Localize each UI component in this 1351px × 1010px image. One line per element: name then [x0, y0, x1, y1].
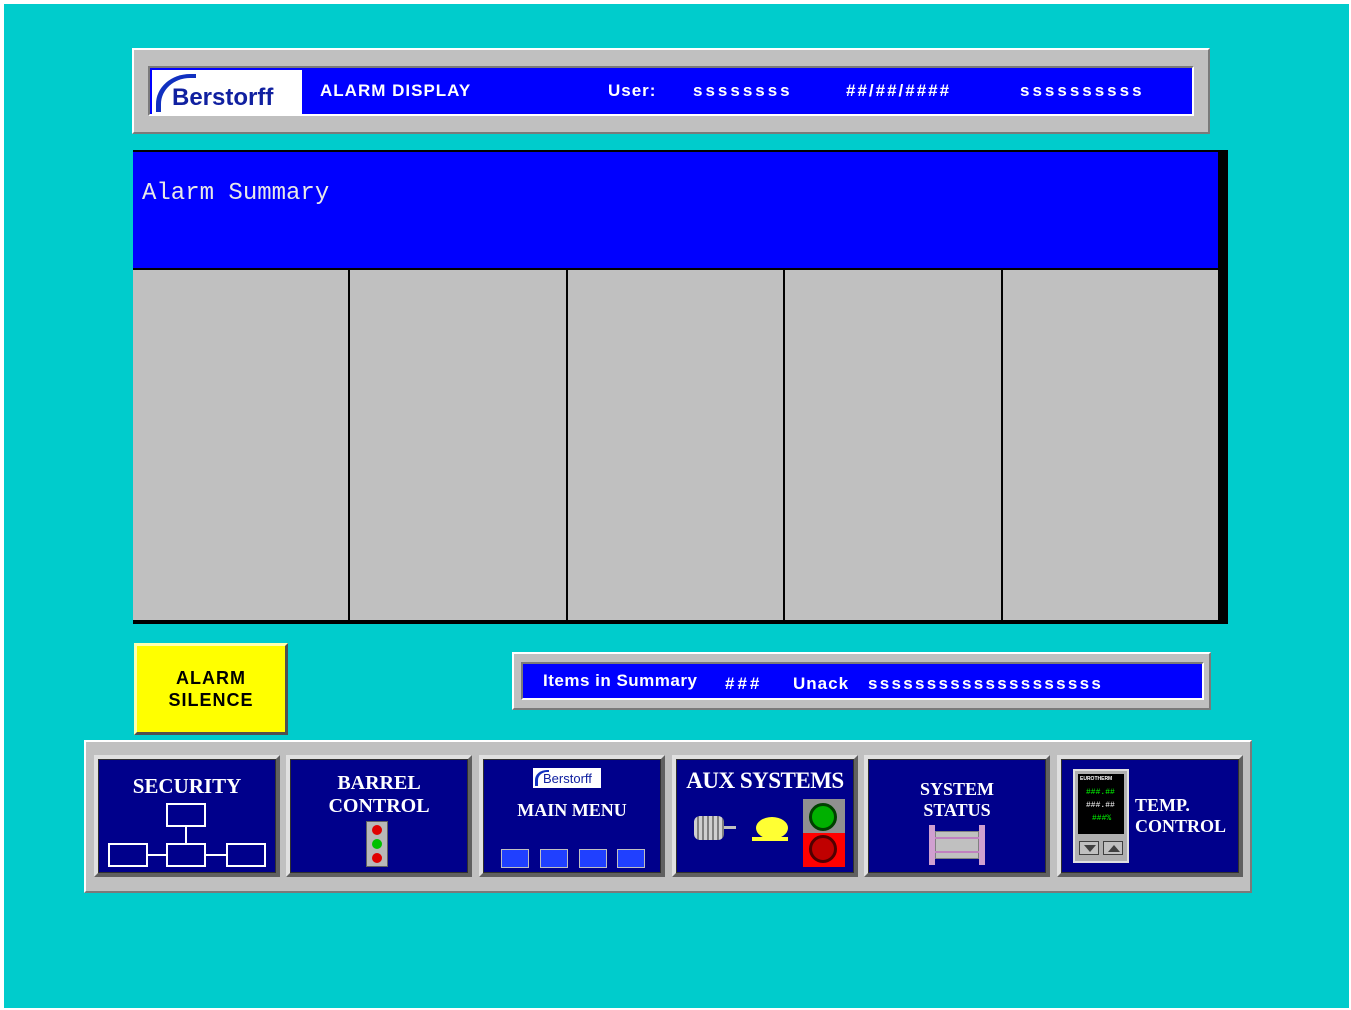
- navigation-bar: SECURITY BARREL CONTROL Berstorff MAIN M…: [84, 740, 1252, 893]
- items-in-summary-label: Items in Summary: [543, 671, 698, 690]
- aux-systems-label: AUX SYSTEMS: [686, 768, 844, 793]
- user-value: ssssssss: [693, 81, 793, 100]
- summary-status-bar: Items in Summary ### Unack sssssssssssss…: [521, 662, 1204, 700]
- system-status-line1: SYSTEM: [919, 779, 995, 799]
- time-display: ssssssssss: [1020, 81, 1145, 100]
- barrel-control-button[interactable]: BARREL CONTROL: [286, 755, 472, 877]
- eurotherm-out: ###%: [1092, 814, 1112, 823]
- main-menu-brand: Berstorff: [543, 771, 592, 786]
- main-menu-button[interactable]: Berstorff MAIN MENU: [479, 755, 665, 877]
- summary-status-frame: Items in Summary ### Unack sssssssssssss…: [512, 652, 1211, 710]
- alarm-column[interactable]: [1002, 270, 1219, 620]
- brand-logo: Berstorff: [152, 70, 302, 114]
- alarm-silence-button[interactable]: ALARM SILENCE: [134, 643, 288, 735]
- blower-icon: [752, 815, 792, 843]
- eurotherm-pv: ###.##: [1086, 788, 1115, 797]
- up-arrow-icon: [1103, 841, 1123, 855]
- main-menu-label: MAIN MENU: [517, 800, 627, 820]
- system-status-line2: STATUS: [923, 800, 991, 820]
- security-label: SECURITY: [132, 774, 242, 798]
- eurotherm-brand: EUROTHERM: [1080, 776, 1113, 782]
- unack-value: ssssssssssssssssssss: [868, 674, 1104, 693]
- alarm-column[interactable]: [133, 270, 349, 620]
- alarm-summary-panel: Alarm Summary: [133, 150, 1228, 624]
- temp-control-button[interactable]: EUROTHERM ###.## ###.## ###% TEMP. CONTR…: [1057, 755, 1243, 877]
- barrel-label-line2: CONTROL: [328, 795, 430, 817]
- alarm-summary-table[interactable]: [133, 270, 1219, 620]
- date-display: ##/##/####: [846, 81, 952, 100]
- alarm-column[interactable]: [350, 270, 566, 620]
- start-stop-icon: [803, 799, 845, 867]
- brand-name: Berstorff: [172, 84, 274, 111]
- motor-icon: [694, 814, 738, 842]
- header-bar: Berstorff ALARM DISPLAY User: ssssssss #…: [148, 66, 1194, 116]
- main-menu-brand-logo: Berstorff: [533, 768, 601, 788]
- stack-light-icon: [366, 821, 388, 867]
- temp-control-line2: CONTROL: [1135, 816, 1227, 836]
- down-arrow-icon: [1079, 841, 1099, 855]
- screen-title: ALARM DISPLAY: [320, 81, 472, 100]
- controller-icon: EUROTHERM ###.## ###.## ###%: [1073, 769, 1129, 863]
- alarm-silence-line2: SILENCE: [168, 690, 254, 710]
- security-button[interactable]: SECURITY: [94, 755, 280, 877]
- alarm-summary-title-bar: Alarm Summary: [133, 152, 1218, 268]
- barrel-label-line1: BARREL: [337, 772, 421, 794]
- temp-control-line1: TEMP.: [1135, 795, 1190, 815]
- header-frame: Berstorff ALARM DISPLAY User: ssssssss #…: [132, 48, 1210, 134]
- flowchart-icon: [108, 803, 268, 867]
- alarm-column[interactable]: [785, 270, 1001, 620]
- mini-screens-icon: [501, 849, 649, 869]
- alarm-summary-title: Alarm Summary: [142, 180, 330, 207]
- alarm-column[interactable]: [567, 270, 784, 620]
- system-status-button[interactable]: SYSTEM STATUS: [864, 755, 1050, 877]
- eurotherm-sp: ###.##: [1086, 801, 1115, 810]
- alarm-silence-line1: ALARM: [175, 668, 246, 688]
- system-diagram-icon: [929, 825, 985, 865]
- user-label: User:: [608, 81, 657, 100]
- unack-label: Unack: [793, 674, 850, 693]
- items-in-summary-value: ###: [725, 674, 763, 693]
- aux-systems-button[interactable]: AUX SYSTEMS: [672, 755, 858, 877]
